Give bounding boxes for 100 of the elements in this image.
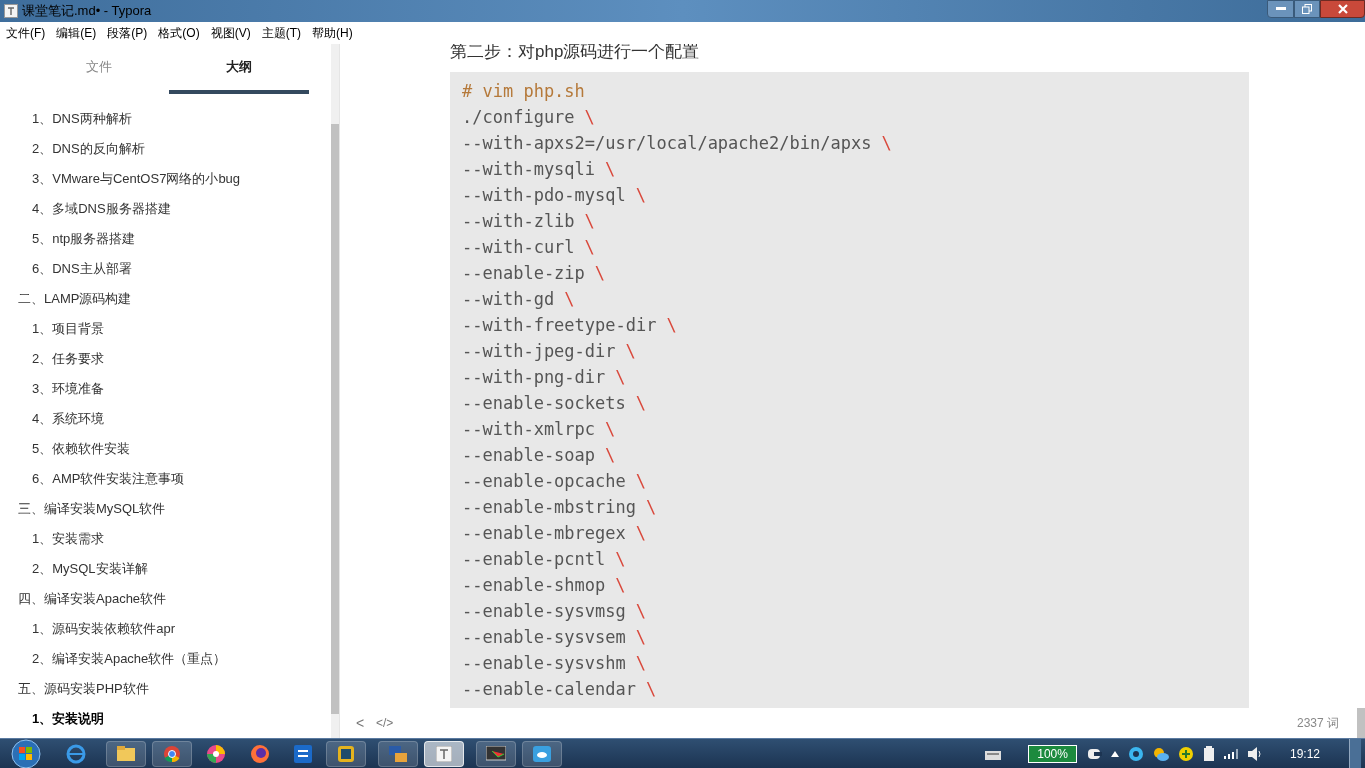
cloud-icon[interactable] [533,745,551,762]
line-continuation: \ [584,210,595,233]
line-continuation: \ [615,548,626,571]
source-mode-button[interactable]: </> [376,714,394,732]
minimize-button[interactable] [1267,0,1294,18]
speaker-icon[interactable] [1246,746,1263,761]
line-continuation: \ [635,626,646,649]
code-comment: # vim php.sh [462,80,585,103]
code-line: --with-gd [462,288,555,311]
plus-icon[interactable] [1177,745,1194,762]
code-line: --with-mysqli [462,158,596,181]
line-continuation: \ [635,600,646,623]
line-continuation: \ [605,444,616,467]
restore-icon [1302,4,1312,14]
menu-item[interactable]: 视图(V) [210,24,251,42]
menu-item[interactable]: 段落(P) [107,24,148,42]
outline-item[interactable]: 5、ntp服务器搭建 [0,224,331,254]
line-continuation: \ [605,158,616,181]
cloud-icon[interactable] [1152,746,1169,761]
code-line: --enable-opcache [462,470,626,493]
outline-item[interactable]: 2、任务要求 [0,344,331,374]
sidebar-tab[interactable]: 文件 [29,44,169,94]
outline-item[interactable]: 4、系统环境 [0,404,331,434]
code-line: --with-xmlrpc [462,418,596,441]
code-line: --enable-sysvsem [462,626,626,649]
code-line: --enable-sysvshm [462,652,626,675]
clock[interactable]: 19:12 [1289,744,1320,763]
line-continuation: \ [605,418,616,441]
menu-item[interactable]: 编辑(E) [56,24,97,42]
maximize-button[interactable] [1294,0,1320,18]
square-icon[interactable] [337,744,355,763]
code-line: --with-freetype-dir [462,314,657,337]
back-button[interactable]: < [350,712,370,734]
caret-up-icon[interactable] [1110,750,1119,757]
word-count: 2337 词 [1296,715,1340,732]
line-continuation: \ [635,392,646,415]
outline-item[interactable]: 二、LAMP源码构建 [0,284,331,314]
code-line: --enable-pcntl [462,548,606,571]
outline-item[interactable]: 3、环境准备 [0,374,331,404]
browser-icon[interactable] [163,744,181,763]
code-line: --with-zlib [462,210,575,233]
outline-item[interactable]: 三、编译安装MySQL软件 [0,494,331,524]
line-continuation: \ [594,262,606,285]
close-icon [1337,4,1348,14]
outline-item[interactable]: 1、源码安装依赖软件apr [0,614,331,644]
outline-item[interactable]: 1、安装需求 [0,524,331,554]
scrollbar-thumb[interactable] [1357,708,1365,738]
folder-icon[interactable] [117,746,135,761]
code-line: --with-png-dir [462,366,606,389]
menu-item[interactable]: 格式(O) [158,24,200,42]
browser-icon[interactable] [66,743,86,764]
outline-item[interactable]: 4、多域DNS服务器搭建 [0,194,331,224]
line-continuation: \ [635,184,646,207]
line-continuation: \ [615,574,626,597]
line-continuation: \ [881,132,892,155]
colorful-circle-icon[interactable] [206,743,226,764]
close-button[interactable] [1320,0,1365,18]
code-line: --enable-calendar [462,678,636,701]
line-continuation: \ [635,652,646,675]
code-line: --enable-shmop [462,574,606,597]
menu-item[interactable]: 帮助(H) [312,24,353,42]
outline-item[interactable]: 6、AMP软件安装注意事项 [0,464,331,494]
battery-level[interactable]: 100% [1028,744,1077,763]
outline-item[interactable]: 1、DNS两种解析 [0,104,331,134]
line-continuation: \ [584,236,595,259]
plug-icon[interactable] [1085,747,1102,760]
code-line: --with-pdo-mysql [462,184,626,207]
outline-item[interactable]: 5、依赖软件安装 [0,434,331,464]
browser-icon[interactable] [250,743,270,764]
outline-item[interactable]: 2、DNS的反向解析 [0,134,331,164]
outline-item[interactable]: 1、项目背景 [0,314,331,344]
outline-item[interactable]: 6、DNS主从部署 [0,254,331,284]
line-continuation: \ [584,106,595,129]
menu-item[interactable]: 文件(F) [6,24,46,42]
code-line: --with-curl [462,236,575,259]
code-line: --enable-sockets [462,392,626,415]
terminal-icon[interactable] [486,745,506,762]
line-continuation: \ [564,288,575,311]
device-icon[interactable] [1202,746,1215,761]
code-line: --enable-soap [462,444,596,467]
minimize-icon [1275,7,1286,11]
outline-item[interactable]: 1、安装说明 [0,704,331,734]
app-icon[interactable] [294,744,312,763]
outline-item[interactable]: 2、MySQL安装详解 [0,554,331,584]
signal-icon[interactable] [1223,748,1238,759]
code-line: --with-apxs2=/usr/local/apache2/bin/apxs [462,132,872,155]
window-title: 课堂笔记.md• - Typora [22,2,152,21]
line-continuation: \ [615,366,626,389]
scrollbar-thumb[interactable] [331,124,339,714]
line-continuation: \ [666,314,677,337]
sidebar-tab[interactable]: 大纲 [169,44,309,94]
outline-item[interactable]: 2、编译安装Apache软件（重点） [0,644,331,674]
line-continuation: \ [635,522,646,545]
outline-item[interactable]: 四、编译安装Apache软件 [0,584,331,614]
outline-item[interactable]: 3、VMware与CentOS7网络的小bug [0,164,331,194]
outline-item[interactable]: 五、源码安装PHP软件 [0,674,331,704]
menu-item[interactable]: 主题(T) [261,24,301,42]
code-line: --with-jpeg-dir [462,340,616,363]
globe-icon[interactable] [1127,745,1144,762]
code-line: --enable-mbstring [462,496,636,519]
